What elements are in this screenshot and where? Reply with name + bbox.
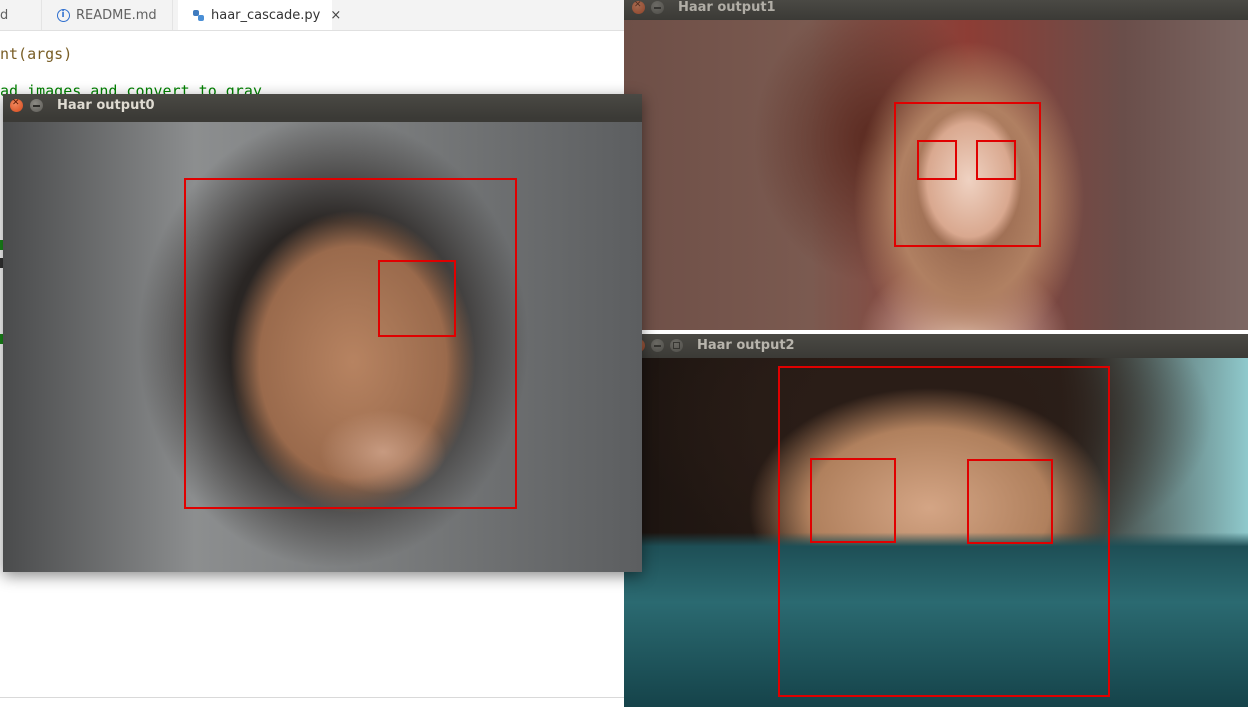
tab-haar-cascade[interactable]: haar_cascade.py ×: [178, 0, 341, 30]
info-icon: i: [56, 8, 70, 22]
minimize-icon[interactable]: [651, 339, 664, 352]
eye-detection-box: [917, 140, 957, 180]
close-icon[interactable]: [632, 0, 645, 14]
haar-output-window-0[interactable]: Haar output0: [3, 94, 642, 572]
detection-image: [624, 20, 1248, 330]
minimize-icon[interactable]: [651, 1, 664, 14]
tab-readme-label: README.md: [76, 7, 157, 23]
tab-readme[interactable]: i README.md: [41, 0, 173, 30]
window-titlebar[interactable]: Haar output2: [624, 334, 1248, 358]
editor-divider: [0, 697, 624, 698]
maximize-icon[interactable]: [670, 339, 683, 352]
window-title: Haar output2: [697, 338, 795, 353]
window-titlebar[interactable]: Haar output0: [3, 94, 642, 118]
face-detection-box: [184, 178, 517, 509]
haar-output-window-2[interactable]: Haar output2: [624, 334, 1248, 707]
eye-detection-box: [967, 459, 1053, 544]
tab-partial[interactable]: d: [0, 0, 40, 30]
code-text: nt(args): [0, 45, 73, 63]
haar-output-window-1[interactable]: Haar output1: [624, 0, 1248, 330]
window-title: Haar output0: [57, 98, 155, 113]
python-icon: [192, 8, 205, 22]
tab-haar-cascade-label: haar_cascade.py: [211, 7, 321, 23]
eye-detection-box: [976, 140, 1016, 180]
detection-image: [624, 358, 1248, 707]
tab-partial-label: d: [0, 7, 9, 23]
minimize-icon[interactable]: [30, 99, 43, 112]
tab-close-icon[interactable]: ×: [330, 8, 341, 23]
window-title: Haar output1: [678, 0, 776, 15]
eye-detection-box: [810, 458, 896, 543]
eye-detection-box: [378, 260, 456, 337]
close-icon[interactable]: [10, 98, 23, 112]
window-titlebar[interactable]: Haar output1: [624, 0, 1248, 20]
detection-image: [3, 122, 642, 572]
code-line: nt(args): [0, 45, 72, 63]
